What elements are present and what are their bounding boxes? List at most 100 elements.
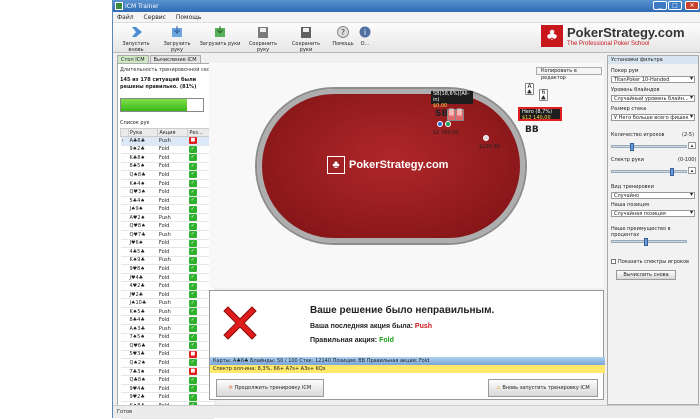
hand-cell: K♠9♣ (128, 256, 158, 266)
window-title: ICM Trainer (125, 3, 159, 10)
row-marker (120, 367, 129, 377)
action-cell: Fold (157, 264, 188, 274)
table-row[interactable]: Q♥3♠ Fold ✓ (120, 187, 214, 197)
players-slider-knob[interactable] (630, 143, 634, 151)
check-icon: ✓ (188, 222, 197, 230)
hand-range-spinner[interactable]: ▴ (688, 167, 696, 174)
table-row[interactable]: Q♥8♠ Fold ✓ (120, 221, 214, 231)
menu-service[interactable]: Сервис (144, 14, 166, 21)
menu-bar: Файл Сервис Помощь (113, 12, 700, 23)
table-row[interactable]: 4♣5♣ Fold ✓ (120, 247, 214, 257)
save-hands-button[interactable]: Сохранить руки (285, 25, 327, 53)
hand-range-slider-knob[interactable] (669, 168, 674, 176)
close-button[interactable]: ✕ (685, 1, 699, 10)
row-marker (120, 358, 129, 368)
check-icon: ✓ (188, 248, 197, 256)
table-row[interactable]: 8♣4♣ Fold ✓ (120, 315, 214, 326)
hero-card-2: 6 ♣ (539, 89, 548, 102)
table-row[interactable]: 4♥2♣ Fold ✓ (120, 281, 214, 291)
table-row[interactable]: J♠10♣ Push ✓ (120, 298, 214, 308)
stack-size-select[interactable]: У Него больше всего фишек (611, 114, 695, 121)
session-duration-label: Длительность тренировочной сесси (120, 67, 216, 73)
table-row[interactable]: 9♥8♠ Fold ✓ (120, 264, 214, 274)
table-row[interactable]: 8♣5♠ Fold ✓ (120, 162, 214, 172)
help-button[interactable]: ? Помощь (331, 25, 355, 51)
brand-name: PokerStrategy.com (567, 25, 685, 40)
table-row[interactable]: 9♥2♣ Fold ✓ (120, 392, 214, 402)
col-action[interactable]: Акция (157, 128, 189, 137)
table-row[interactable]: K♠5♣ Push ✓ (120, 307, 214, 317)
table-row[interactable]: Q♥6♣ Fold ✓ (120, 341, 214, 351)
table-row[interactable]: 5♣4♠ Fold ✓ (120, 196, 214, 206)
row-marker (120, 179, 129, 189)
check-icon: ✓ (188, 239, 197, 247)
allin-range-bar: Спектр олл-ина: 8,3%, 66+ A7s+ A3s+ KQs (210, 365, 605, 373)
table-row[interactable]: J♠9♠ Fold ✓ (120, 204, 214, 214)
check-icon: ✓ (188, 265, 197, 273)
restart-icon (132, 27, 142, 37)
continue-training-button[interactable]: ⟳ Продолжить тренировку ICM (216, 379, 324, 397)
show-ranges-checkbox[interactable] (611, 259, 616, 264)
players-slider[interactable] (611, 143, 687, 151)
table-row[interactable]: Q♠2♠ Fold ✓ (120, 358, 214, 368)
table-row[interactable]: K♣8♠ Fold ✓ (120, 153, 214, 163)
recalculate-button[interactable]: Вычислить снова (616, 270, 676, 280)
table-row[interactable]: K♠9♣ Push ✓ (120, 256, 214, 266)
table-row[interactable]: K♠4♠ Fold ✓ (120, 179, 214, 189)
hand-cell: Q♥3♠ (128, 187, 158, 197)
table-row[interactable]: 7♠5♠ Fold ✓ (120, 333, 214, 343)
load-hands-button[interactable]: Загрузить руки (199, 25, 241, 51)
table-row[interactable]: 9♥4♣ Fold ✓ (120, 384, 214, 394)
action-cell: Fold (157, 179, 188, 189)
poker-room-select[interactable]: TitanPoker 10-Handed (611, 76, 695, 83)
maximize-button[interactable]: □ (668, 1, 682, 10)
table-row[interactable]: Q♥7♣ Push ✓ (120, 230, 214, 240)
position-select[interactable]: Случайная позиция (611, 210, 695, 217)
table-row[interactable]: J♥2♣ Fold ✓ (120, 290, 214, 300)
minimize-button[interactable]: _ (653, 1, 667, 10)
action-cell: Fold (157, 281, 188, 291)
hand-list-label: Список рук (120, 120, 150, 126)
menu-file[interactable]: Файл (117, 14, 134, 21)
restart-training-button[interactable]: ⚠ Вновь запустить тренировку ICM (488, 379, 598, 397)
table-row[interactable]: A♥2♠ Push ✓ (120, 213, 214, 223)
table-row[interactable]: 5♥3♣ Fold ■ (120, 350, 214, 360)
advantage-slider-knob[interactable] (644, 238, 649, 246)
hand-cell: 5♥3♣ (128, 350, 158, 360)
svg-text:?: ? (341, 28, 345, 37)
hand-list-panel: Длительность тренировочной сесси 145 из … (117, 63, 218, 419)
hand-range-slider[interactable] (611, 168, 687, 176)
brand-tagline: The Professional Poker School (567, 41, 650, 47)
table-row[interactable]: 9♠2♣ Fold ✓ (120, 145, 214, 155)
action-cell: Fold (157, 187, 188, 197)
advantage-slider[interactable] (611, 238, 687, 246)
save-hand-button[interactable]: Сохранить руку (243, 25, 283, 53)
table-row[interactable]: › A♣6♣ Push ■ (120, 136, 214, 146)
training-select[interactable]: Случайно (611, 192, 695, 199)
players-spinner[interactable]: ▴ (688, 142, 696, 149)
table-row[interactable]: A♠3♣ Push ✓ (120, 324, 214, 334)
table-row[interactable]: Q♣8♠ Fold ✓ (120, 375, 214, 385)
players-label: Количество игроков (611, 132, 665, 138)
blind-level-select[interactable]: Случайный уровень блайн... (611, 95, 695, 102)
col-hand[interactable]: Рука (127, 128, 159, 137)
hand-cell: J♠9♠ (128, 204, 158, 214)
table-row[interactable]: J♥4♣ Fold ✓ (120, 273, 214, 283)
about-button[interactable]: i О... (357, 25, 373, 51)
row-marker (120, 298, 129, 308)
check-icon: ✓ (188, 171, 197, 179)
action-cell: Fold (157, 239, 188, 249)
hand-cell: 4♥2♣ (128, 281, 158, 291)
table-row[interactable]: Q♠8♣ Fold ✓ (120, 170, 214, 180)
show-ranges-label: Показать спектры игроков (618, 259, 689, 265)
table-row[interactable]: J♥6♠ Fold ✓ (120, 239, 214, 249)
toolbar: Запустить вновь Загрузить руку Загрузить… (113, 23, 700, 53)
restart-button[interactable]: Запустить вновь (117, 25, 155, 53)
copy-to-editor-button[interactable]: Копировать в редактор (536, 67, 602, 81)
table-row[interactable]: 7♣3♠ Fold ■ (120, 367, 214, 377)
hand-cell: 9♥2♣ (128, 392, 158, 402)
menu-help[interactable]: Помощь (176, 14, 202, 21)
load-hand-button[interactable]: Загрузить руку (157, 25, 197, 53)
action-cell: Push (157, 213, 188, 223)
position-label: Наша позиция (611, 202, 649, 208)
